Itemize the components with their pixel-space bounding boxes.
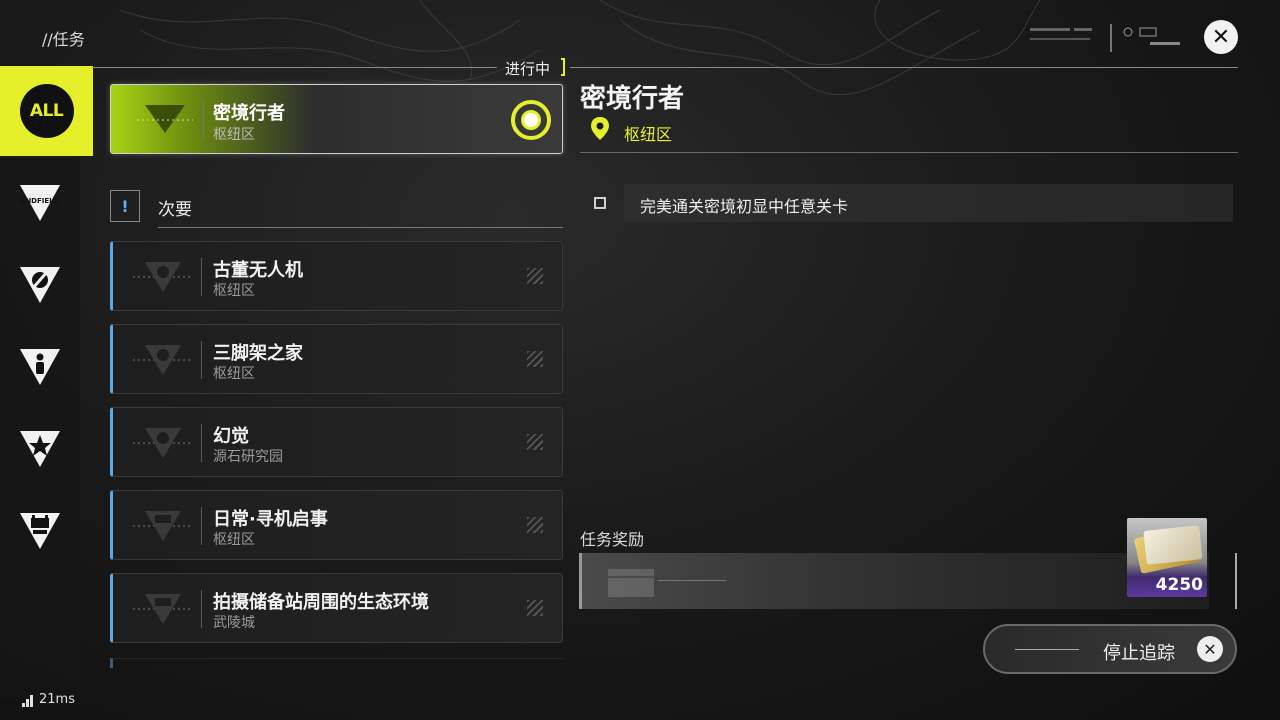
divider bbox=[201, 341, 202, 379]
wrench-triangle-icon bbox=[20, 267, 60, 303]
quest-card[interactable]: 日常·寻机启事 枢纽区 bbox=[110, 490, 563, 560]
in-progress-label: 进行中 bbox=[505, 60, 551, 78]
secondary-label: 次要 bbox=[158, 200, 192, 220]
divider bbox=[201, 590, 202, 628]
reward-count: 4250 bbox=[1155, 575, 1203, 595]
detail-location: 枢纽区 bbox=[624, 125, 673, 144]
objective-text: 完美通关密境初显中任意关卡 bbox=[640, 197, 849, 216]
quest-title: 日常·寻机启事 bbox=[213, 509, 328, 530]
reward-item[interactable]: 4250 bbox=[1127, 518, 1207, 597]
all-icon: ALL bbox=[19, 84, 74, 138]
quest-title: 拍摄储备站周围的生态环境 bbox=[213, 592, 429, 613]
stop-tracking-button[interactable]: 停止追踪 ✕ bbox=[983, 624, 1237, 674]
hud-decoration bbox=[1030, 24, 1180, 52]
star-triangle-icon bbox=[20, 431, 60, 467]
divider bbox=[1235, 553, 1237, 609]
quest-location: 枢纽区 bbox=[213, 366, 255, 382]
currency-bill-layer bbox=[1143, 525, 1203, 565]
stripe-decoration bbox=[527, 517, 543, 533]
close-icon: ✕ bbox=[1211, 24, 1231, 50]
detail-title: 密境行者 bbox=[580, 84, 685, 114]
quest-title: 古董无人机 bbox=[213, 260, 303, 281]
close-icon: ✕ bbox=[1197, 636, 1223, 662]
quest-title: 三脚架之家 bbox=[213, 343, 303, 364]
quest-card[interactable]: 古董无人机 枢纽区 bbox=[110, 241, 563, 311]
divider bbox=[92, 67, 497, 68]
bracket-accent bbox=[561, 58, 565, 76]
ping-value: 21ms bbox=[39, 692, 75, 707]
quest-card[interactable]: 三脚架之家 枢纽区 bbox=[110, 324, 563, 394]
category-nav: ALL ENDFIELD bbox=[0, 66, 93, 566]
nav-item-misc[interactable] bbox=[0, 244, 80, 326]
quest-card[interactable]: 幻觉 源石研究园 bbox=[110, 407, 563, 477]
stop-tracking-label: 停止追踪 bbox=[1103, 643, 1175, 664]
nav-item-daily[interactable] bbox=[0, 490, 80, 572]
divider bbox=[203, 101, 204, 139]
objective-row: 完美通关密境初显中任意关卡 bbox=[624, 184, 1233, 222]
stripe-decoration bbox=[527, 600, 543, 616]
close-button[interactable]: ✕ bbox=[1204, 20, 1238, 54]
robot-triangle-icon bbox=[133, 511, 193, 541]
active-quest-card[interactable]: 密境行者 枢纽区 bbox=[110, 84, 563, 154]
location-pin-icon bbox=[591, 117, 609, 140]
page-title: //任务 bbox=[42, 30, 85, 49]
quest-location: 武陵城 bbox=[213, 615, 255, 631]
network-status: 21ms bbox=[22, 692, 75, 707]
nav-item-endfield[interactable]: ENDFIELD bbox=[0, 162, 80, 244]
person-triangle-icon bbox=[20, 349, 60, 385]
stripe-decoration bbox=[527, 434, 543, 450]
decorative-line bbox=[1015, 649, 1079, 650]
wrench-triangle-icon bbox=[133, 345, 193, 375]
objective-checkbox bbox=[594, 197, 606, 209]
quest-title: 密境行者 bbox=[213, 103, 285, 124]
reward-bar bbox=[579, 553, 1209, 609]
divider bbox=[201, 258, 202, 296]
wrench-triangle-icon bbox=[133, 262, 193, 292]
robot-triangle-icon bbox=[133, 594, 193, 624]
stripe-decoration bbox=[527, 268, 543, 284]
crate-icon bbox=[608, 569, 654, 597]
quest-location: 枢纽区 bbox=[213, 127, 255, 143]
list-overflow-hint bbox=[110, 658, 563, 668]
wrench-triangle-icon bbox=[133, 428, 193, 458]
tracking-target-icon[interactable] bbox=[511, 100, 551, 140]
quest-type-icon bbox=[137, 105, 193, 133]
nav-item-favorite[interactable] bbox=[0, 408, 80, 490]
divider bbox=[201, 507, 202, 545]
nav-item-character[interactable] bbox=[0, 326, 80, 408]
divider bbox=[201, 424, 202, 462]
divider bbox=[580, 152, 1238, 153]
endfield-icon: ENDFIELD bbox=[20, 185, 60, 221]
divider bbox=[570, 67, 1238, 68]
arrow-line bbox=[658, 580, 726, 581]
robot-triangle-icon bbox=[20, 513, 60, 549]
quest-card[interactable]: 拍摄储备站周围的生态环境 武陵城 bbox=[110, 573, 563, 643]
nav-item-all[interactable]: ALL bbox=[0, 66, 93, 156]
quest-location: 枢纽区 bbox=[213, 283, 255, 299]
svg-text:ENDFIELD: ENDFIELD bbox=[21, 197, 60, 205]
alert-icon: ! bbox=[110, 190, 140, 222]
divider bbox=[158, 227, 563, 228]
quest-title: 幻觉 bbox=[213, 426, 249, 447]
signal-icon bbox=[22, 695, 33, 707]
reward-label: 任务奖励 bbox=[580, 530, 645, 549]
quest-location: 源石研究园 bbox=[213, 449, 283, 465]
quest-location: 枢纽区 bbox=[213, 532, 255, 548]
stripe-decoration bbox=[527, 351, 543, 367]
